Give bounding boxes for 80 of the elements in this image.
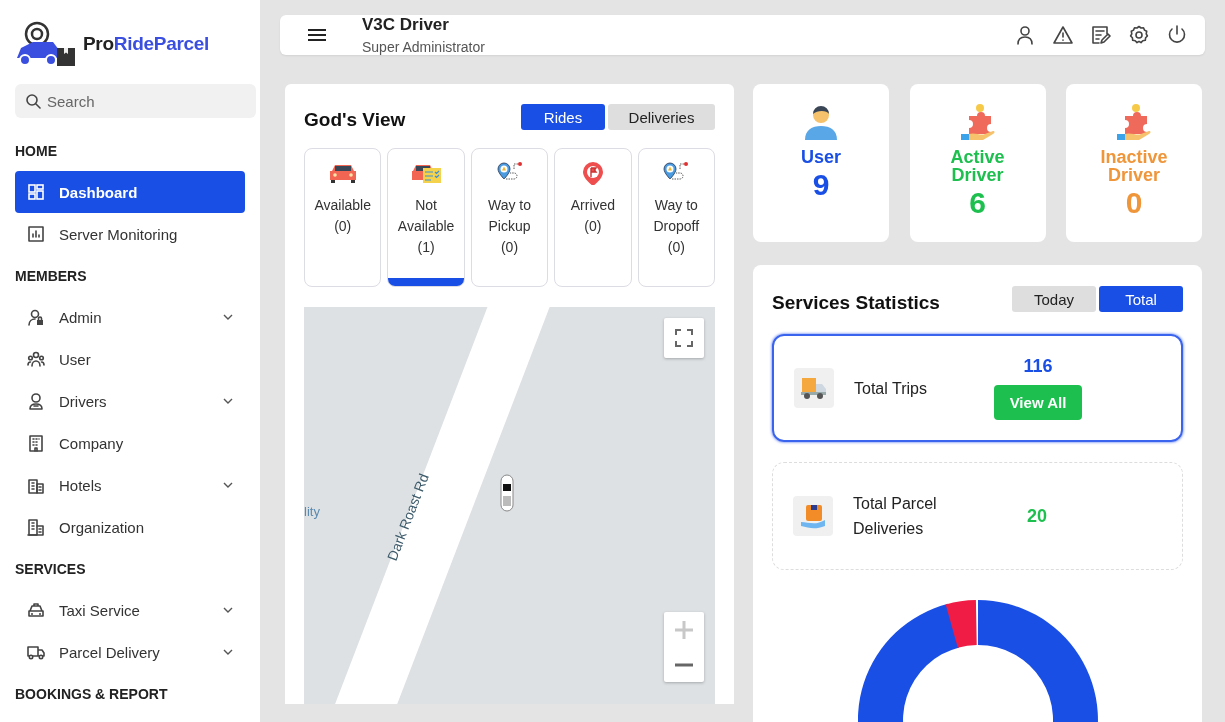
fullscreen-icon bbox=[675, 329, 693, 347]
stat-row[interactable]: Total Parcel Deliveries 20 bbox=[772, 462, 1183, 570]
stat-label: Total Trips bbox=[854, 378, 928, 399]
menu-icon[interactable] bbox=[308, 29, 326, 41]
panel-title: God's View bbox=[304, 109, 406, 131]
tab[interactable]: Rides bbox=[521, 104, 605, 130]
puzzle-hand-icon bbox=[958, 102, 997, 142]
nav-item[interactable]: Organization bbox=[15, 506, 245, 548]
status-count: (0) bbox=[334, 217, 352, 236]
search-field[interactable]: Search bbox=[15, 84, 256, 118]
stat-label: Total Parcel Deliveries bbox=[853, 494, 938, 539]
settings-icon[interactable] bbox=[1129, 25, 1149, 45]
edit-note-icon[interactable] bbox=[1091, 25, 1111, 45]
nav-item[interactable]: Taxi Service bbox=[15, 589, 245, 631]
users-icon bbox=[27, 350, 45, 368]
parcel-hand-icon bbox=[799, 502, 827, 530]
dashboard-grid-icon bbox=[27, 183, 45, 201]
section-heading: MEMBERS bbox=[15, 266, 88, 286]
user-lock-icon bbox=[27, 308, 45, 326]
panel-title: Services Statistics bbox=[772, 292, 940, 314]
stat-value: 0 bbox=[1125, 186, 1143, 220]
section-heading: HOME bbox=[15, 141, 58, 161]
stat-row[interactable]: Total Trips 116 View All bbox=[772, 334, 1183, 442]
nav-item[interactable]: Admin bbox=[15, 296, 245, 338]
nav-item[interactable]: Drivers bbox=[15, 380, 245, 422]
stat-value: 9 bbox=[812, 168, 830, 202]
fullscreen-button[interactable] bbox=[664, 318, 704, 358]
status-count: (0) bbox=[667, 238, 685, 257]
nav-item[interactable]: Server Monitoring bbox=[15, 213, 245, 255]
bar-chart-icon bbox=[27, 225, 45, 243]
user-icon[interactable] bbox=[1015, 25, 1035, 45]
road-label: Dark Roast Rd bbox=[384, 471, 432, 563]
status-card[interactable]: Not Available (1) bbox=[387, 148, 465, 287]
plus-icon bbox=[675, 620, 693, 639]
map-label: lity bbox=[304, 504, 320, 519]
status-count: (0) bbox=[584, 217, 602, 236]
nav-item[interactable]: Company bbox=[15, 422, 245, 464]
tab[interactable]: Today bbox=[1012, 286, 1096, 312]
user-name: V3C Driver bbox=[362, 15, 450, 35]
minus-icon bbox=[675, 662, 693, 667]
status-label: Way to Pickup bbox=[487, 196, 533, 236]
status-card[interactable]: Way to Pickup (0) bbox=[470, 148, 549, 287]
puzzle-hand-icon bbox=[1115, 102, 1153, 142]
tab[interactable]: Total bbox=[1099, 286, 1183, 312]
map-view[interactable]: lity Dark Roast Rd bbox=[304, 307, 715, 704]
stat-label: Active Driver bbox=[949, 148, 1006, 184]
stat-value: 20 bbox=[1027, 505, 1047, 527]
stat-value: 116 bbox=[1023, 356, 1053, 377]
stat-label: Inactive Driver bbox=[1099, 148, 1169, 184]
status-label: Arrived bbox=[570, 196, 616, 215]
stat-label: User bbox=[801, 148, 841, 166]
car-marker-icon bbox=[500, 474, 514, 512]
status-label: Way to Dropoff bbox=[652, 196, 701, 236]
status-card[interactable]: Way to Dropoff (0) bbox=[637, 148, 716, 287]
taxi-icon bbox=[27, 601, 45, 619]
status-card[interactable]: Arrived (0) bbox=[554, 148, 632, 287]
power-icon[interactable] bbox=[1167, 25, 1187, 45]
user-role: Super Administrator bbox=[362, 39, 486, 55]
status-card[interactable]: Available (0) bbox=[304, 148, 382, 287]
logo-icon bbox=[15, 20, 77, 68]
office-building-icon bbox=[27, 518, 45, 536]
brand-name: ProRideParcel bbox=[83, 33, 209, 55]
driver-icon bbox=[27, 392, 45, 410]
status-count: (1) bbox=[417, 238, 435, 257]
nav-item[interactable]: User bbox=[15, 338, 245, 380]
warning-icon[interactable] bbox=[1053, 25, 1073, 45]
nav-item[interactable]: Dashboard bbox=[15, 171, 245, 213]
nav-item[interactable]: Hotels bbox=[15, 464, 245, 506]
hotel-building-icon bbox=[27, 476, 45, 494]
section-heading: BOOKINGS & REPORT bbox=[15, 684, 169, 704]
building-icon bbox=[27, 434, 45, 452]
status-count: (0) bbox=[500, 238, 519, 257]
status-label: Available bbox=[314, 196, 371, 215]
delivery-truck-icon bbox=[27, 643, 45, 661]
stat-value: 6 bbox=[969, 186, 986, 220]
status-label: Not Available bbox=[396, 196, 456, 236]
tab[interactable]: Deliveries bbox=[608, 104, 715, 130]
parcel-truck-icon bbox=[800, 376, 828, 400]
nav-item[interactable]: Parcel Delivery bbox=[15, 631, 245, 673]
section-heading: SERVICES bbox=[15, 559, 87, 579]
